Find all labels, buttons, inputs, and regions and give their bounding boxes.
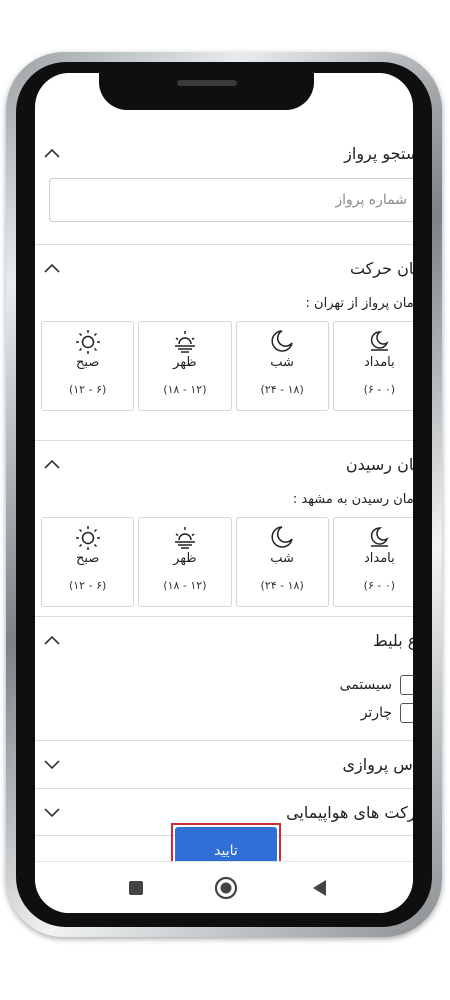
checkbox-label: چارتر [360, 705, 392, 721]
arrival-time-options: بامداد (۰ - ۶) شب (۱۸ - ۲۴) ظهر (۱۲ - ۱۸… [35, 517, 413, 607]
tile-range: (۶ - ۱۲) [68, 579, 107, 592]
sun-icon [75, 328, 101, 354]
section-ticket-type: نوع بلیط سیستمی چارتر [35, 616, 413, 740]
chevron-up-icon[interactable] [43, 146, 61, 160]
checkbox-label: سیستمی [339, 677, 392, 693]
sunrise-moon-icon [366, 328, 392, 354]
sunset-icon [172, 328, 198, 354]
flight-number-input[interactable] [50, 179, 413, 221]
arrival-tile-morning[interactable]: صبح (۶ - ۱۲) [41, 517, 135, 607]
speaker-grille [177, 80, 237, 86]
departure-title: زمان حرکت [349, 259, 413, 278]
tile-label: شب [270, 551, 294, 566]
chevron-up-icon[interactable] [43, 261, 61, 275]
flight-search-header[interactable]: جستجو پرواز [35, 130, 413, 178]
tile-label: صبح [75, 551, 100, 566]
departure-header[interactable]: زمان حرکت [35, 245, 413, 293]
recent-apps-icon[interactable] [123, 875, 149, 901]
ticket-option-charter[interactable]: چارتر [35, 699, 413, 727]
arrival-subtitle: زمان رسیدن به مشهد : [292, 492, 413, 507]
departure-tile-dawn[interactable]: بامداد (۰ - ۶) [332, 321, 413, 411]
flight-number-field[interactable] [49, 178, 413, 222]
tile-label: شب [270, 355, 294, 370]
section-flight-class: کلاس پروازی [35, 740, 413, 788]
arrival-tile-dawn[interactable]: بامداد (۰ - ۶) [332, 517, 413, 607]
tile-range: (۱۲ - ۱۸) [163, 383, 207, 396]
phone-notch [99, 62, 314, 110]
airlines-title: شرکت های هواپیمایی [286, 803, 413, 822]
section-arrival-time: زمان رسیدن زمان رسیدن به مشهد : بامداد [35, 440, 413, 616]
tile-range: (۶ - ۱۲) [68, 383, 107, 396]
flight-class-title: کلاس پروازی [342, 755, 413, 774]
departure-tile-morning[interactable]: صبح (۶ - ۱۲) [41, 321, 135, 411]
sunrise-moon-icon [366, 524, 392, 550]
back-icon[interactable] [307, 875, 333, 901]
tile-label: بامداد [363, 551, 395, 566]
tile-label: ظهر [173, 551, 197, 566]
phone-screen: جستجو پرواز زمان حرکت [35, 73, 413, 913]
filter-panel: جستجو پرواز زمان حرکت [35, 130, 413, 836]
departure-tile-night[interactable]: شب (۱۸ - ۲۴) [235, 321, 329, 411]
tile-range: (۱۸ - ۲۴) [260, 383, 304, 396]
chevron-up-icon[interactable] [43, 633, 61, 647]
flight-search-title: جستجو پرواز [344, 144, 413, 163]
tile-label: بامداد [363, 355, 395, 370]
chevron-up-icon[interactable] [43, 457, 61, 471]
moon-icon [269, 328, 295, 354]
section-departure-time: زمان حرکت زمان پرواز از تهران : بامداد [35, 244, 413, 440]
home-icon[interactable] [213, 875, 239, 901]
section-flight-search: جستجو پرواز [35, 130, 413, 244]
tile-range: (۱۸ - ۲۴) [260, 579, 304, 592]
chevron-down-icon[interactable] [43, 757, 61, 771]
arrival-tile-night[interactable]: شب (۱۸ - ۲۴) [235, 517, 329, 607]
tile-range: (۱۲ - ۱۸) [163, 579, 207, 592]
departure-subtitle: زمان پرواز از تهران : [305, 296, 413, 311]
arrival-title: زمان رسیدن [345, 455, 413, 474]
arrival-tile-afternoon[interactable]: ظهر (۱۲ - ۱۸) [138, 517, 232, 607]
departure-time-options: بامداد (۰ - ۶) شب (۱۸ - ۲۴) ظهر (۱۲ - ۱۸… [35, 321, 413, 411]
moon-icon [269, 524, 295, 550]
checkbox[interactable] [400, 703, 413, 723]
arrival-header[interactable]: زمان رسیدن [35, 441, 413, 489]
ticket-option-system[interactable]: سیستمی [35, 671, 413, 699]
ticket-type-options: سیستمی چارتر [35, 665, 413, 745]
flight-class-header[interactable]: کلاس پروازی [35, 741, 413, 789]
chevron-down-icon[interactable] [43, 805, 61, 819]
sunset-icon [172, 524, 198, 550]
tile-label: صبح [75, 355, 100, 370]
phone-bezel: جستجو پرواز زمان حرکت [16, 62, 432, 927]
phone-frame: جستجو پرواز زمان حرکت [6, 52, 442, 937]
android-navigation-bar [35, 861, 413, 913]
ticket-type-header[interactable]: نوع بلیط [35, 617, 413, 665]
tile-range: (۰ - ۶) [363, 579, 396, 592]
checkbox[interactable] [400, 675, 413, 695]
tile-label: ظهر [173, 355, 197, 370]
ticket-type-title: نوع بلیط [372, 631, 413, 650]
sun-icon [75, 524, 101, 550]
departure-tile-afternoon[interactable]: ظهر (۱۲ - ۱۸) [138, 321, 232, 411]
tile-range: (۰ - ۶) [363, 383, 396, 396]
